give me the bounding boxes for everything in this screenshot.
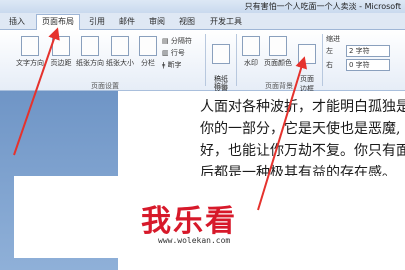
arrow-to-page-layout-tab xyxy=(13,27,60,156)
arrow-to-page-borders xyxy=(257,56,307,211)
annotation-arrows xyxy=(13,27,307,211)
